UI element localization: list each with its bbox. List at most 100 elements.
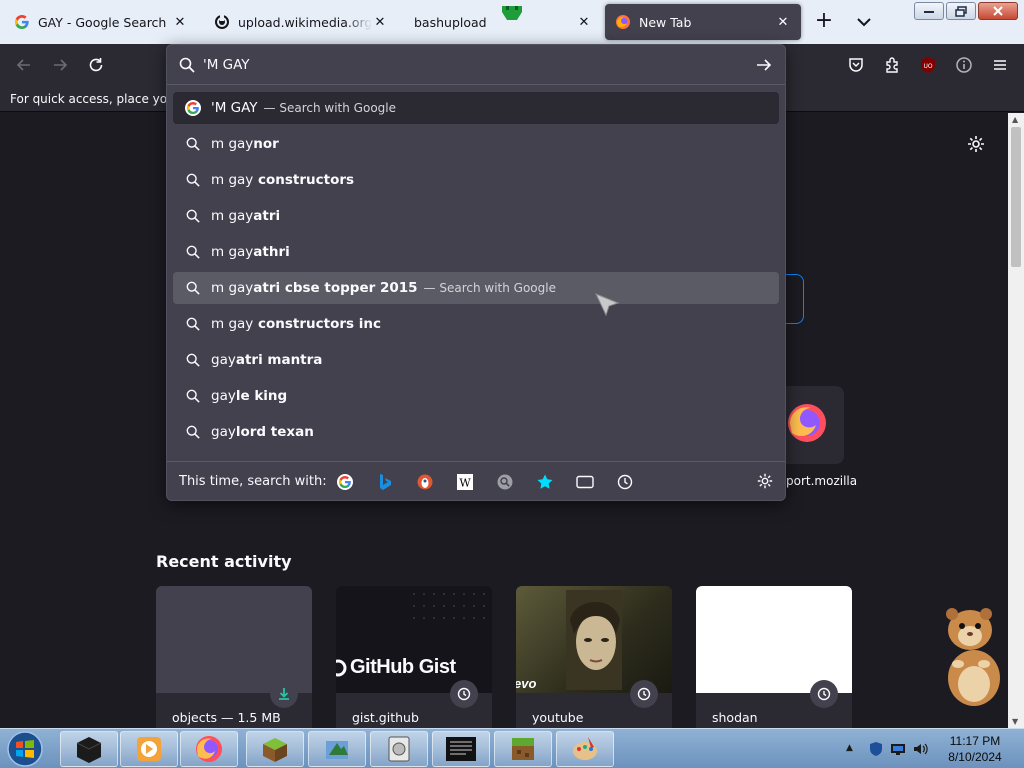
- suggestion-typed: m gay: [211, 136, 254, 152]
- taskbar-app-tool[interactable]: [308, 731, 366, 767]
- back-icon[interactable]: [14, 55, 34, 75]
- extensions-icon[interactable]: [882, 55, 902, 75]
- suggestion-completion: lord texan: [235, 424, 314, 440]
- close-window-icon[interactable]: [978, 2, 1018, 20]
- monitor-icon[interactable]: [890, 741, 906, 757]
- suggestion-completion: athri: [253, 244, 290, 260]
- scroll-up-icon[interactable]: ▲: [1012, 115, 1018, 124]
- recent-card-youtube[interactable]: evo youtube: [516, 586, 672, 728]
- hamster-overlay-icon: [946, 608, 1000, 706]
- card-thumbnail: [696, 586, 852, 693]
- taskbar-app-paint[interactable]: [556, 731, 614, 767]
- google-icon: [185, 100, 201, 116]
- search-engine-icon[interactable]: [496, 473, 514, 491]
- duckduckgo-icon[interactable]: [416, 473, 434, 491]
- wikipedia-icon[interactable]: W: [456, 473, 474, 491]
- reload-icon[interactable]: [86, 55, 106, 75]
- recent-card-shodan[interactable]: shodan: [696, 586, 852, 728]
- scroll-down-icon[interactable]: ▼: [1012, 717, 1018, 726]
- result-text: 'M GAY: [211, 100, 258, 116]
- svg-text:W: W: [459, 477, 471, 490]
- card-caption: gist.github: [352, 710, 419, 725]
- taskbar-clock[interactable]: 11:17 PM 8/10/2024: [940, 733, 1010, 765]
- recent-card-gist[interactable]: GitHub Gist gist.github: [336, 586, 492, 728]
- suggestion-typed: m gay: [211, 316, 254, 332]
- minimize-icon[interactable]: [914, 2, 944, 20]
- result-action: — Search with Google: [263, 101, 396, 115]
- search-settings-gear-icon[interactable]: [756, 472, 774, 494]
- tab-title: New Tab: [639, 14, 692, 30]
- google-icon[interactable]: [336, 473, 354, 491]
- taskbar-app-media-player[interactable]: [120, 731, 178, 767]
- suggestion-row[interactable]: m gay athri: [173, 236, 779, 268]
- taskbar-app-black-box[interactable]: [60, 731, 118, 767]
- clock-date: 8/10/2024: [948, 750, 1002, 764]
- volume-icon[interactable]: [912, 741, 928, 757]
- google-icon: [14, 14, 30, 30]
- svg-text:UO: UO: [923, 63, 932, 70]
- tab-title: GAY - Google Search: [38, 14, 167, 30]
- history-icon[interactable]: [616, 473, 634, 491]
- tab-close-icon[interactable]: ✕: [775, 15, 791, 30]
- first-result-row[interactable]: 'M GAY — Search with Google: [173, 92, 779, 124]
- tab-bashupload[interactable]: bashupload ✕: [402, 4, 602, 40]
- result-action: — Search with Google: [423, 281, 556, 295]
- recent-activity-heading: Recent activity: [156, 552, 292, 571]
- suggestion-row-hovered[interactable]: m gay atri cbse topper 2015 — Search with…: [173, 272, 779, 304]
- recent-card-objects[interactable]: objects — 1.5 MB: [156, 586, 312, 728]
- suggestion-row[interactable]: m gay constructors: [173, 164, 779, 196]
- search-icon: [185, 172, 201, 188]
- tab-close-icon[interactable]: ✕: [172, 15, 188, 30]
- card-thumbnail: [156, 586, 312, 693]
- search-shortcuts-bar: This time, search with: W: [167, 461, 785, 501]
- taskbar-app-device[interactable]: [370, 731, 428, 767]
- suggestion-row[interactable]: m gay nor: [173, 128, 779, 160]
- tab-wikimedia[interactable]: upload.wikimedia.org/wiki ✕: [204, 4, 398, 40]
- menu-icon[interactable]: [990, 55, 1010, 75]
- suggestion-row[interactable]: m gay atri: [173, 200, 779, 232]
- suggestion-row[interactable]: m gay constructors inc: [173, 308, 779, 340]
- card-thumbnail: [516, 586, 672, 693]
- scrollbar-thumb[interactable]: [1011, 127, 1021, 267]
- tab-close-icon[interactable]: ✕: [576, 15, 592, 30]
- pocket-icon[interactable]: [846, 55, 866, 75]
- personalize-gear-icon[interactable]: [966, 134, 986, 154]
- taskbar-app-minecraft-block[interactable]: [246, 731, 304, 767]
- forward-icon[interactable]: [50, 55, 70, 75]
- start-button[interactable]: [4, 730, 46, 768]
- suggestion-typed: m gay: [211, 244, 254, 260]
- taskbar-app-firefox[interactable]: [180, 731, 238, 767]
- suggestion-row[interactable]: gay le king: [173, 380, 779, 412]
- search-icon: [185, 388, 201, 404]
- tabs-icon[interactable]: [576, 473, 594, 491]
- restore-icon[interactable]: [946, 2, 976, 20]
- bookmarks-hint: For quick access, place your b: [10, 92, 192, 106]
- shortcut-label: port.mozilla: [786, 474, 858, 488]
- search-icon: [185, 136, 201, 152]
- url-input[interactable]: [203, 55, 743, 75]
- suggestion-typed: gay: [211, 388, 236, 404]
- info-icon[interactable]: [954, 55, 974, 75]
- bing-icon[interactable]: [376, 473, 394, 491]
- taskbar-app-console[interactable]: [432, 731, 490, 767]
- tab-new-tab[interactable]: New Tab ✕: [605, 4, 801, 40]
- search-icon: [185, 208, 201, 224]
- firefox-icon: [615, 14, 631, 30]
- gist-thumb-text: GitHub Gist: [350, 656, 456, 678]
- page-scrollbar[interactable]: ▲ ▼: [1008, 113, 1024, 728]
- search-with-label: This time, search with:: [179, 474, 327, 489]
- tab-close-icon[interactable]: ✕: [372, 15, 388, 30]
- go-arrow-icon[interactable]: [755, 56, 773, 78]
- suggestion-typed: m gay: [211, 172, 254, 188]
- suggestion-completion: le king: [235, 388, 288, 404]
- suggestion-row[interactable]: gay lord texan: [173, 416, 779, 448]
- list-all-tabs-icon[interactable]: [852, 10, 876, 34]
- suggestion-row[interactable]: gay atri mantra: [173, 344, 779, 376]
- new-tab-button[interactable]: +: [812, 10, 836, 34]
- show-hidden-icons-icon[interactable]: ▲: [846, 743, 862, 759]
- security-shield-icon[interactable]: [868, 741, 884, 757]
- bookmarks-star-icon[interactable]: [536, 473, 554, 491]
- taskbar-app-minecraft[interactable]: [494, 731, 552, 767]
- ublock-icon[interactable]: UO: [918, 55, 938, 75]
- tab-google-search[interactable]: GAY - Google Search ✕: [4, 4, 198, 40]
